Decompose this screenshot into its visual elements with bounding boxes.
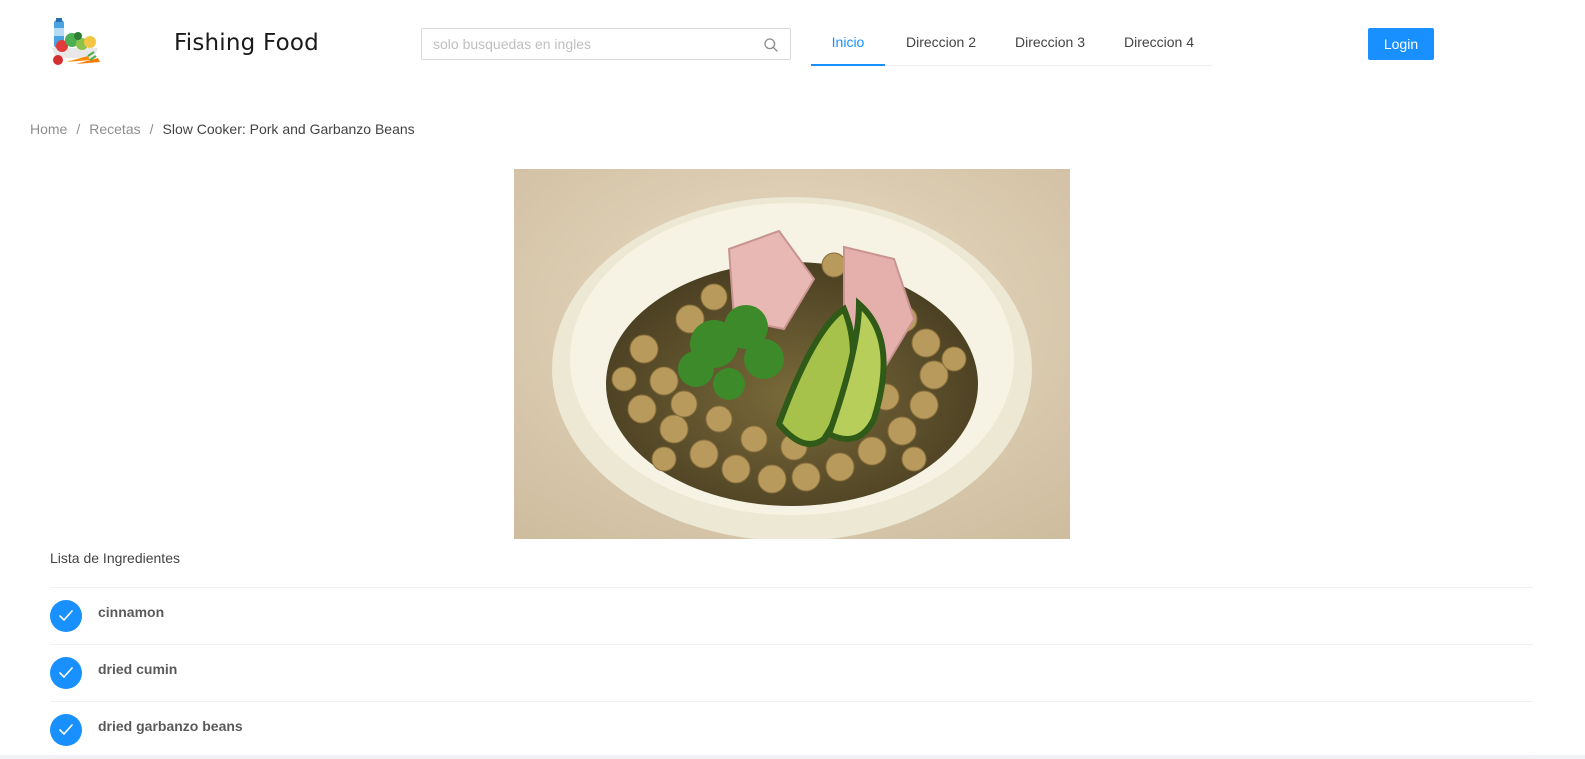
nav-item-direccion-3[interactable]: Direccion 3 (1003, 20, 1097, 66)
ingredients-list: cinnamon dried cumin dried garbanzo bean… (50, 587, 1533, 759)
nav-item-direccion-2[interactable]: Direccion 2 (894, 20, 988, 66)
login-button[interactable]: Login (1368, 28, 1434, 60)
breadcrumb: Home / Recetas / Slow Cooker: Pork and Garba… (30, 121, 415, 137)
main-content: Home / Recetas / Slow Cooker: Pork and Garba… (0, 88, 1585, 759)
nav-item-inicio[interactable]: Inicio (811, 20, 885, 66)
list-item: dried cumin (50, 645, 1533, 702)
list-item: cinnamon (50, 588, 1533, 645)
list-item: dried garbanzo beans (50, 702, 1533, 759)
search-box (421, 28, 791, 60)
search-input[interactable] (422, 29, 752, 59)
check-circle-icon (50, 600, 82, 632)
recipe-image (514, 169, 1070, 539)
check-circle-icon (50, 714, 82, 746)
ingredient-name: dried cumin (98, 661, 178, 677)
ingredient-name: dried garbanzo beans (98, 718, 243, 734)
nav-item-direccion-4[interactable]: Direccion 4 (1112, 20, 1206, 66)
breadcrumb-separator: / (149, 121, 154, 137)
ingredient-name: cinnamon (98, 604, 165, 620)
search-icon[interactable] (763, 37, 779, 53)
breadcrumb-home[interactable]: Home (30, 121, 67, 137)
breadcrumb-separator: / (76, 121, 81, 137)
brand-title: Fishing Food (174, 30, 319, 56)
main-nav: Inicio Direccion 2 Direccion 3 Direccion… (811, 20, 1212, 66)
vegetables-logo-icon[interactable] (48, 18, 102, 68)
breadcrumb-recetas[interactable]: Recetas (89, 121, 140, 137)
header: Fishing Food Inicio Direccion 2 Direccio… (0, 0, 1585, 88)
check-circle-icon (50, 657, 82, 689)
ingredients-title: Lista de Ingredientes (50, 550, 180, 566)
breadcrumb-current: Slow Cooker: Pork and Garbanzo Beans (162, 121, 415, 137)
